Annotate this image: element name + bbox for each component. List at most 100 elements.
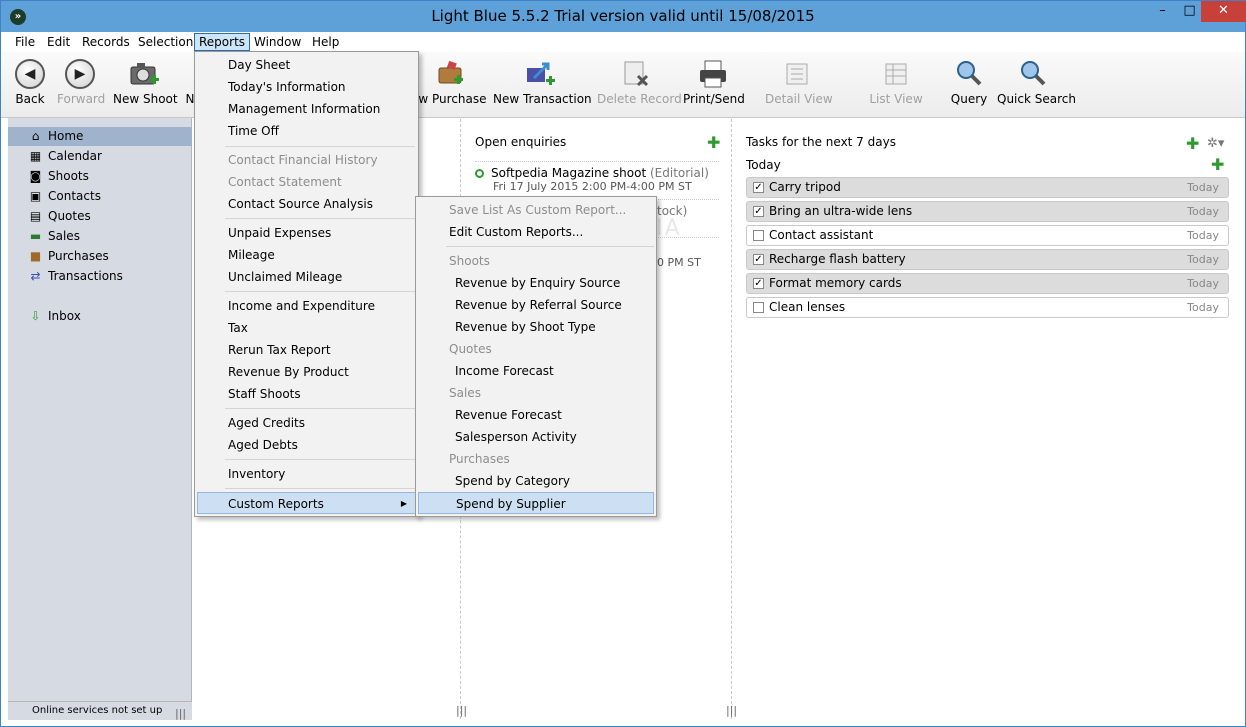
menu-item-todays-information[interactable]: Today's Information bbox=[228, 76, 346, 98]
menu-item-revenue-forecast[interactable]: Revenue Forecast bbox=[455, 404, 562, 426]
menu-item-management-information[interactable]: Management Information bbox=[228, 98, 380, 120]
sidebar-item-home[interactable]: ⌂ Home bbox=[8, 127, 192, 146]
detail-view-icon bbox=[786, 63, 808, 85]
task-row[interactable]: Contact assistant Today bbox=[746, 225, 1229, 246]
sidebar-item-label: Inbox bbox=[48, 309, 81, 323]
sidebar-item-transactions[interactable]: ⇄ Transactions bbox=[8, 267, 192, 286]
menu-item-tax[interactable]: Tax bbox=[228, 317, 248, 339]
menu-item-aged-credits[interactable]: Aged Credits bbox=[228, 412, 305, 434]
sidebar-item-shoots[interactable]: ◙ Shoots bbox=[8, 167, 192, 186]
task-row[interactable]: ✓ Bring an ultra-wide lens Today bbox=[746, 201, 1229, 222]
menu-item-rerun-tax-report[interactable]: Rerun Tax Report bbox=[228, 339, 331, 361]
enquiry-title: Softpedia Magazine shoot bbox=[491, 166, 647, 180]
menu-item-revenue-by-referral-source[interactable]: Revenue by Referral Source bbox=[455, 294, 622, 316]
sidebar-item-inbox[interactable]: ⇩ Inbox bbox=[8, 307, 192, 326]
close-button[interactable]: ✕ bbox=[1201, 1, 1246, 22]
menu-edit[interactable]: Edit bbox=[43, 34, 74, 52]
camera-icon: ◙ bbox=[29, 169, 42, 183]
menu-item-save-list-as-custom-report[interactable]: Save List As Custom Report... bbox=[449, 199, 626, 221]
task-date: Today bbox=[1187, 229, 1219, 242]
task-row[interactable]: Clean lenses Today bbox=[746, 297, 1229, 318]
task-checkbox[interactable] bbox=[753, 230, 764, 241]
menu-item-staff-shoots[interactable]: Staff Shoots bbox=[228, 383, 301, 405]
menu-item-revenue-by-shoot-type[interactable]: Revenue by Shoot Type bbox=[455, 316, 596, 338]
menu-item-mileage[interactable]: Mileage bbox=[228, 244, 275, 266]
sidebar-item-contacts[interactable]: ▣ Contacts bbox=[8, 187, 192, 206]
online-services-status: Online services not set up bbox=[32, 705, 163, 716]
menu-item-revenue-by-enquiry-source[interactable]: Revenue by Enquiry Source bbox=[455, 272, 620, 294]
sidebar-item-purchases[interactable]: ■ Purchases bbox=[8, 247, 192, 266]
task-checkbox-checked[interactable]: ✓ bbox=[753, 182, 764, 193]
forward-label: Forward bbox=[57, 92, 106, 106]
menu-item-time-off[interactable]: Time Off bbox=[228, 120, 279, 142]
menu-item-spend-by-category[interactable]: Spend by Category bbox=[455, 470, 570, 492]
menu-item-inventory[interactable]: Inventory bbox=[228, 463, 285, 485]
sidebar: ⌂ Home ▦ Calendar ◙ Shoots ▣ Contacts ▤ Quote… bbox=[8, 118, 192, 720]
sidebar-item-sales[interactable]: ▬ Sales bbox=[8, 227, 192, 246]
task-checkbox[interactable] bbox=[753, 302, 764, 313]
menu-item-custom-reports[interactable]: Custom Reports ▶ bbox=[197, 492, 416, 514]
add-enquiry-plus-icon[interactable]: ✚ bbox=[707, 135, 720, 151]
task-checkbox-checked[interactable]: ✓ bbox=[753, 206, 764, 217]
task-checkbox-checked[interactable]: ✓ bbox=[753, 254, 764, 265]
list-view-button[interactable]: List View bbox=[867, 58, 925, 106]
contacts-card-icon: ▣ bbox=[29, 189, 42, 203]
menu-item-contact-statement[interactable]: Contact Statement bbox=[228, 171, 342, 193]
task-label: Carry tripod bbox=[769, 180, 841, 194]
settings-gear-icon[interactable]: ✲▾ bbox=[1207, 136, 1224, 151]
forward-button[interactable]: ▶ Forward bbox=[57, 58, 106, 106]
task-row[interactable]: ✓ Carry tripod Today bbox=[746, 177, 1229, 198]
task-row[interactable]: ✓ Format memory cards Today bbox=[746, 273, 1229, 294]
title-bar: » Light Blue 5.5.2 Trial version valid u… bbox=[1, 1, 1246, 32]
menu-item-spend-by-supplier[interactable]: Spend by Supplier bbox=[418, 492, 654, 514]
menu-item-unpaid-expenses[interactable]: Unpaid Expenses bbox=[228, 222, 331, 244]
sidebar-item-calendar[interactable]: ▦ Calendar bbox=[8, 147, 192, 166]
menu-item-contact-source-analysis[interactable]: Contact Source Analysis bbox=[228, 193, 373, 215]
detail-view-button[interactable]: Detail View bbox=[765, 58, 833, 106]
enquiry-item[interactable]: Softpedia Magazine shoot (Editorial) Fri… bbox=[475, 161, 719, 199]
back-button[interactable]: ◀ Back bbox=[13, 58, 47, 106]
detail-view-label: Detail View bbox=[765, 92, 833, 106]
add-task-plus-icon[interactable]: ✚ bbox=[1186, 136, 1199, 152]
new-shoot-label: New Shoot bbox=[113, 92, 178, 106]
column-grip-icon[interactable]: ||| bbox=[456, 704, 467, 717]
menu-item-edit-custom-reports[interactable]: Edit Custom Reports... bbox=[449, 221, 583, 243]
menu-item-unclaimed-mileage[interactable]: Unclaimed Mileage bbox=[228, 266, 342, 288]
delete-record-icon bbox=[624, 61, 649, 87]
menu-separator bbox=[225, 408, 415, 409]
open-enquiries-title: Open enquiries bbox=[475, 135, 567, 149]
quick-search-button[interactable]: Quick Search bbox=[997, 58, 1076, 106]
minimize-button[interactable]: – bbox=[1149, 1, 1176, 22]
new-transaction-button[interactable]: New Transaction bbox=[493, 58, 592, 106]
menu-item-income-and-expenditure[interactable]: Income and Expenditure bbox=[228, 295, 375, 317]
menu-help[interactable]: Help bbox=[308, 34, 343, 52]
new-shoot-button[interactable]: New Shoot bbox=[113, 58, 178, 106]
menu-item-aged-debts[interactable]: Aged Debts bbox=[228, 434, 298, 456]
task-checkbox-checked[interactable]: ✓ bbox=[753, 278, 764, 289]
maximize-button[interactable]: □ bbox=[1176, 1, 1203, 22]
menu-reports[interactable]: Reports bbox=[194, 33, 251, 51]
back-label: Back bbox=[15, 92, 45, 106]
task-row[interactable]: ✓ Recharge flash battery Today bbox=[746, 249, 1229, 270]
new-purchase-button[interactable]: ew Purchase bbox=[411, 58, 487, 106]
column-grip-icon[interactable]: ||| bbox=[726, 704, 737, 717]
resize-grip-icon[interactable]: ||| bbox=[175, 705, 186, 723]
menu-window[interactable]: Window bbox=[250, 34, 305, 52]
delete-record-button[interactable]: Delete Record bbox=[597, 58, 682, 106]
menu-separator bbox=[225, 459, 415, 460]
menu-item-income-forecast[interactable]: Income Forecast bbox=[455, 360, 554, 382]
column-splitter[interactable] bbox=[731, 119, 732, 719]
print-send-button[interactable]: Print/Send bbox=[683, 58, 745, 106]
menu-item-salesperson-activity[interactable]: Salesperson Activity bbox=[455, 426, 577, 448]
menu-item-contact-financial-history[interactable]: Contact Financial History bbox=[228, 149, 378, 171]
enquiry-date: Fri 17 July 2015 2:00 PM-4:00 PM ST bbox=[493, 180, 692, 193]
menu-item-day-sheet[interactable]: Day Sheet bbox=[228, 54, 290, 76]
add-today-task-plus-icon[interactable]: ✚ bbox=[1211, 157, 1224, 173]
menu-file[interactable]: File bbox=[11, 34, 39, 52]
query-button[interactable]: Query bbox=[949, 58, 989, 106]
menu-item-revenue-by-product[interactable]: Revenue By Product bbox=[228, 361, 349, 383]
menu-selection[interactable]: Selection bbox=[134, 34, 197, 52]
task-date: Today bbox=[1187, 253, 1219, 266]
menu-records[interactable]: Records bbox=[78, 34, 134, 52]
sidebar-item-quotes[interactable]: ▤ Quotes bbox=[8, 207, 192, 226]
